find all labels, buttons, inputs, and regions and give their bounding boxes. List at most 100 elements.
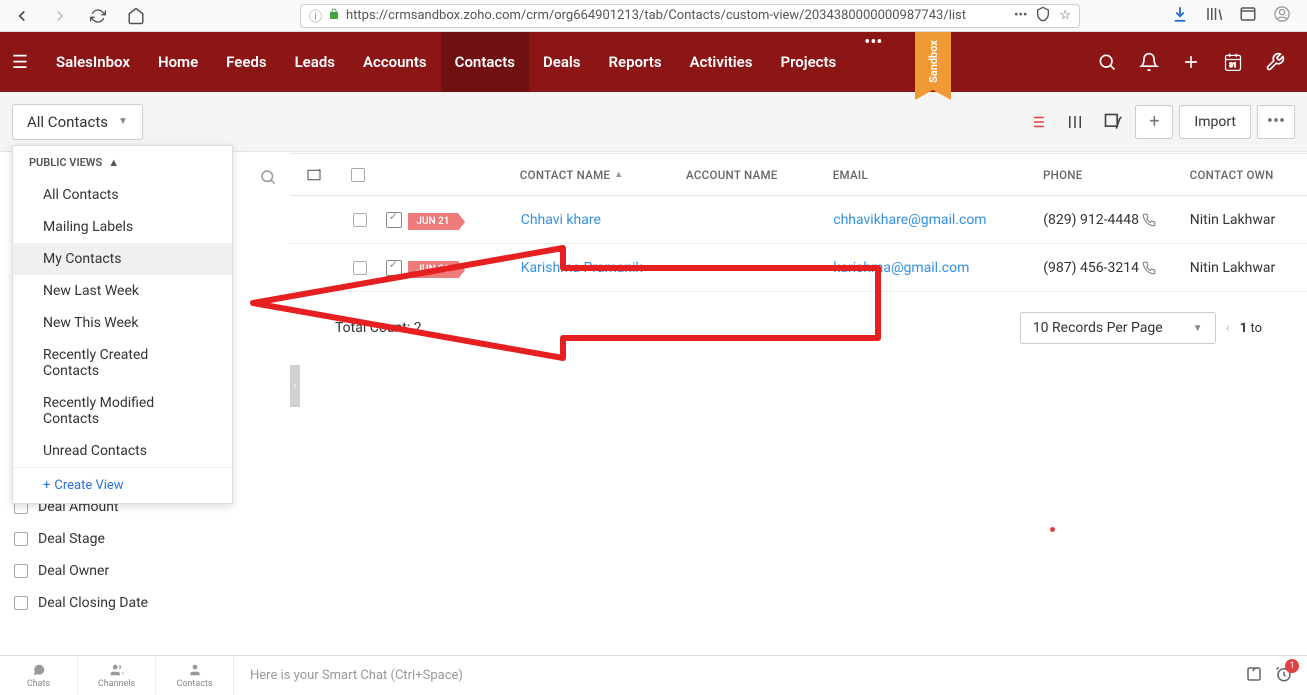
date-badge: JUN 21 xyxy=(408,261,457,278)
view-dropdown: PUBLIC VIEWS ▲ All Contacts Mailing Labe… xyxy=(12,145,233,504)
table-header: CONTACT NAME ▲ ACCOUNT NAME EMAIL PHONE … xyxy=(290,154,1307,196)
bottom-bar: Chats Channels Contacts Here is your Sma… xyxy=(0,655,1307,695)
email-link[interactable]: karishma@gmail.com xyxy=(833,260,1043,276)
phone-cell: (829) 912-4448 xyxy=(1043,212,1190,228)
home-button[interactable] xyxy=(122,2,150,30)
column-account-name[interactable]: ACCOUNT NAME xyxy=(686,168,833,182)
back-button[interactable] xyxy=(8,2,36,30)
column-settings-icon[interactable] xyxy=(290,167,339,183)
filter-deal-stage[interactable]: Deal Stage xyxy=(14,523,276,555)
nav-more-icon[interactable]: ••• xyxy=(850,32,896,92)
nav-contacts[interactable]: Contacts xyxy=(441,32,529,92)
dropdown-item-unread[interactable]: Unread Contacts xyxy=(13,435,232,467)
checkbox[interactable] xyxy=(14,564,28,578)
dropdown-item-my-contacts[interactable]: My Contacts xyxy=(13,243,232,275)
row-checkbox[interactable] xyxy=(353,213,367,227)
row-checkbox[interactable] xyxy=(353,261,367,275)
nav-reports[interactable]: Reports xyxy=(595,32,676,92)
sidebar-icon[interactable] xyxy=(1239,5,1257,27)
nav-deals[interactable]: Deals xyxy=(529,32,595,92)
column-email[interactable]: EMAIL xyxy=(833,168,1043,182)
dropdown-item-new-last-week[interactable]: New Last Week xyxy=(13,275,232,307)
sandbox-badge: Sandbox xyxy=(915,32,951,90)
url-bar[interactable]: ⓘ https://crmsandbox.zoho.com/crm/org664… xyxy=(300,4,1080,28)
reader-icon[interactable] xyxy=(1035,6,1051,26)
bottom-tab-channels[interactable]: Channels xyxy=(78,656,156,695)
owner-cell: Nitin Lakhwar xyxy=(1190,260,1307,276)
select-all-checkbox[interactable] xyxy=(351,168,365,182)
contact-name-link[interactable]: Chhavi khare xyxy=(521,212,687,228)
bottom-tab-contacts[interactable]: Contacts xyxy=(156,656,234,695)
download-icon[interactable] xyxy=(1171,5,1189,27)
more-actions-button[interactable]: ••• xyxy=(1257,105,1295,139)
nav-leads[interactable]: Leads xyxy=(281,32,349,92)
forward-button[interactable] xyxy=(46,2,74,30)
bookmark-icon[interactable]: ☆ xyxy=(1059,8,1071,23)
notifications-icon[interactable] xyxy=(1139,52,1159,72)
menu-icon[interactable]: ☰ xyxy=(10,52,30,73)
phone-cell: (987) 456-3214 xyxy=(1043,260,1190,276)
column-contact-owner[interactable]: CONTACT OWN xyxy=(1190,168,1307,182)
table-row[interactable]: JUN 21 Karishma Pramanik karishma@gmail.… xyxy=(290,244,1307,292)
add-icon[interactable] xyxy=(1181,52,1201,72)
contact-name-link[interactable]: Karishma Pramanik xyxy=(521,260,687,276)
bottom-tab-chats[interactable]: Chats xyxy=(0,656,78,695)
url-text: https://crmsandbox.zoho.com/crm/org66490… xyxy=(346,8,1008,23)
column-contact-name[interactable]: CONTACT NAME ▲ xyxy=(520,168,686,182)
kanban-view-icon[interactable] xyxy=(1059,106,1091,138)
library-icon[interactable] xyxy=(1205,5,1223,27)
browser-toolbar: ⓘ https://crmsandbox.zoho.com/crm/org664… xyxy=(0,0,1307,32)
feedback-icon[interactable] xyxy=(1245,665,1263,687)
lock-icon xyxy=(328,8,340,24)
badge-count: 1 xyxy=(1285,659,1299,673)
dropdown-section-header: PUBLIC VIEWS ▲ xyxy=(13,146,232,179)
phone-icon[interactable] xyxy=(1142,261,1156,275)
create-view-link[interactable]: +Create View xyxy=(13,467,232,503)
records-per-page-select[interactable]: 10 Records Per Page ▼ xyxy=(1020,312,1216,344)
owner-cell: Nitin Lakhwar xyxy=(1190,212,1307,228)
checkbox[interactable] xyxy=(14,596,28,610)
task-icon[interactable] xyxy=(386,212,402,228)
view-selector[interactable]: All Contacts ▼ xyxy=(12,104,143,140)
contacts-table: CONTACT NAME ▲ ACCOUNT NAME EMAIL PHONE … xyxy=(290,153,1307,364)
sidebar-collapse-handle[interactable]: ‹ xyxy=(290,365,300,407)
nav-activities[interactable]: Activities xyxy=(676,32,767,92)
canvas-view-icon[interactable] xyxy=(1097,106,1129,138)
reload-button[interactable] xyxy=(84,2,112,30)
table-footer: Total Count: 2 10 Records Per Page ▼ ‹ 1… xyxy=(290,292,1307,364)
import-button[interactable]: Import xyxy=(1179,105,1251,139)
tools-icon[interactable] xyxy=(1265,52,1285,72)
column-phone[interactable]: PHONE xyxy=(1043,168,1190,182)
dropdown-item-recently-modified[interactable]: Recently Modified Contacts xyxy=(13,387,232,435)
url-more-icon[interactable]: ••• xyxy=(1014,8,1027,23)
dropdown-item-recently-created[interactable]: Recently Created Contacts xyxy=(13,339,232,387)
phone-icon[interactable] xyxy=(1142,213,1156,227)
global-search-icon[interactable] xyxy=(1097,52,1117,72)
dropdown-item-mailing-labels[interactable]: Mailing Labels xyxy=(13,211,232,243)
email-link[interactable]: chhavikhare@gmail.com xyxy=(833,212,1043,228)
profile-icon[interactable] xyxy=(1273,5,1291,27)
nav-feeds[interactable]: Feeds xyxy=(212,32,280,92)
filter-deal-closing-date[interactable]: Deal Closing Date xyxy=(14,587,276,619)
svg-text:31: 31 xyxy=(1229,61,1236,69)
filter-deal-owner[interactable]: Deal Owner xyxy=(14,555,276,587)
sidebar-search-icon[interactable] xyxy=(254,163,282,191)
checkbox[interactable] xyxy=(14,532,28,546)
page-prev[interactable]: ‹ xyxy=(1226,320,1230,336)
caret-up-icon: ▲ xyxy=(108,156,119,169)
smart-chat-input[interactable]: Here is your Smart Chat (Ctrl+Space) xyxy=(234,668,1245,683)
table-row[interactable]: JUN 21 Chhavi khare chhavikhare@gmail.co… xyxy=(290,196,1307,244)
add-record-button[interactable]: + xyxy=(1135,105,1173,139)
nav-salesinbox[interactable]: SalesInbox xyxy=(42,32,144,92)
nav-home[interactable]: Home xyxy=(144,32,212,92)
reminder-icon[interactable]: 1 xyxy=(1275,665,1293,687)
dropdown-item-new-this-week[interactable]: New This Week xyxy=(13,307,232,339)
page-range: 1 to xyxy=(1240,321,1262,336)
calendar-icon[interactable]: 31 xyxy=(1223,52,1243,72)
list-view-icon[interactable] xyxy=(1021,106,1053,138)
task-icon[interactable] xyxy=(386,260,402,276)
dropdown-item-all-contacts[interactable]: All Contacts xyxy=(13,179,232,211)
info-icon: ⓘ xyxy=(309,6,322,25)
nav-accounts[interactable]: Accounts xyxy=(349,32,441,92)
nav-projects[interactable]: Projects xyxy=(766,32,850,92)
